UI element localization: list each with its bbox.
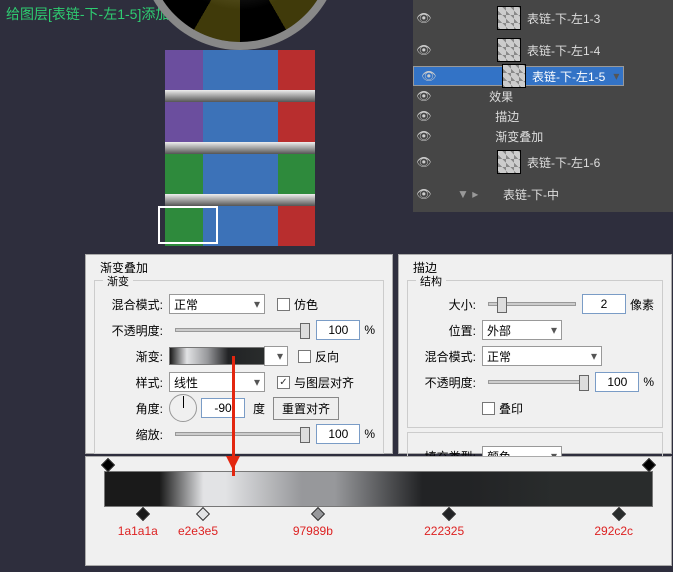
stop-hex: 97989b: [293, 524, 333, 538]
eye-icon[interactable]: 👁: [413, 109, 435, 123]
eye-icon[interactable]: 👁: [413, 89, 435, 103]
position-label: 位置:: [416, 322, 476, 339]
stop-hex: e2e3e5: [178, 524, 218, 538]
overprint-checkbox[interactable]: [482, 402, 495, 415]
layer-thumb: [497, 38, 521, 62]
watch-preview: [120, 0, 390, 250]
gradient-editor: 1a1a1a e2e3e5 97989b 222325 292c2c: [85, 456, 672, 566]
layer-row[interactable]: 👁 表链-下-左1-6: [413, 146, 673, 178]
angle-label: 角度:: [103, 400, 163, 417]
color-stop[interactable]: [442, 507, 456, 521]
reverse-checkbox[interactable]: [298, 350, 311, 363]
fx-name: 描边: [495, 108, 519, 125]
overprint-label: 叠印: [499, 400, 523, 417]
scale-label: 缩放:: [103, 426, 163, 443]
opacity-slider[interactable]: [488, 380, 589, 384]
bracelet: [165, 50, 315, 250]
eye-icon[interactable]: 👁: [413, 43, 435, 57]
eye-icon[interactable]: 👁: [413, 129, 435, 143]
size-slider[interactable]: [488, 302, 576, 306]
fx-name: 渐变叠加: [495, 128, 543, 145]
group-label: 渐变: [103, 273, 133, 289]
layer-row-selected[interactable]: 👁 表链-下-左1-5: [413, 66, 624, 86]
group-label: 结构: [416, 273, 446, 289]
color-stop[interactable]: [136, 507, 150, 521]
fx-label: 效果: [489, 88, 513, 105]
color-stop[interactable]: [311, 507, 325, 521]
stop-hex: 1a1a1a: [118, 524, 158, 538]
gradient-overlay-dialog: 渐变叠加 渐变 混合模式:正常仿色 不透明度:100% 渐变:反向 样式:线性✓…: [85, 254, 393, 454]
stop-hex: 222325: [424, 524, 464, 538]
layer-thumb: [502, 64, 526, 88]
layer-thumb: [497, 6, 521, 30]
layer-thumb: [497, 150, 521, 174]
color-stop[interactable]: [196, 507, 210, 521]
scale-input[interactable]: 100: [316, 424, 360, 444]
gradient-picker[interactable]: [264, 346, 288, 366]
size-label: 大小:: [416, 296, 476, 313]
grad-label: 渐变:: [103, 348, 163, 365]
style-label: 样式:: [103, 374, 163, 391]
style-select[interactable]: 线性: [169, 372, 265, 392]
layer-row[interactable]: 👁 表链-下-左1-4: [413, 34, 673, 66]
dither-label: 仿色: [294, 296, 318, 313]
eye-icon[interactable]: 👁: [418, 69, 440, 83]
gradient-bar[interactable]: 1a1a1a e2e3e5 97989b 222325 292c2c: [104, 471, 653, 507]
opacity-label: 不透明度:: [416, 374, 476, 391]
blend-mode-select[interactable]: 正常: [482, 346, 602, 366]
eye-icon[interactable]: 👁: [413, 187, 435, 201]
dither-checkbox[interactable]: [277, 298, 290, 311]
reset-align-button[interactable]: 重置对齐: [273, 397, 339, 420]
gradient-swatch[interactable]: [169, 347, 265, 365]
layer-fx-item[interactable]: 👁 渐变叠加: [413, 126, 673, 146]
opacity-input[interactable]: 100: [316, 320, 360, 340]
position-select[interactable]: 外部: [482, 320, 562, 340]
opacity-stop[interactable]: [101, 458, 115, 472]
blend-label: 混合模式:: [416, 348, 476, 365]
align-checkbox[interactable]: ✓: [277, 376, 290, 389]
eye-icon[interactable]: 👁: [413, 11, 435, 25]
layer-row[interactable]: 👁▼ ▸表链-下-中: [413, 178, 673, 210]
layer-name: 表链-下-中: [503, 186, 559, 203]
layer-fx[interactable]: 👁 效果: [413, 86, 673, 106]
layer-fx-item[interactable]: 👁 描边: [413, 106, 673, 126]
blend-label: 混合模式:: [103, 296, 163, 313]
blend-mode-select[interactable]: 正常: [169, 294, 265, 314]
stroke-dialog: 描边 结构 大小:2像素 位置:外部 混合模式:正常 不透明度:100% 叠印 …: [398, 254, 672, 454]
angle-input[interactable]: -90: [201, 398, 245, 418]
layer-name: 表链-下-左1-3: [527, 10, 600, 27]
layers-panel: 👁 表链-下-左1-3 👁 表链-下-左1-4 👁 表链-下-左1-5 👁 效果 👁 …: [413, 0, 673, 212]
layer-name: 表链-下-左1-4: [527, 42, 600, 59]
annotation-arrow: [232, 356, 235, 476]
opacity-stop[interactable]: [642, 458, 656, 472]
eye-icon[interactable]: 👁: [413, 155, 435, 169]
stop-hex: 292c2c: [594, 524, 633, 538]
opacity-input[interactable]: 100: [595, 372, 639, 392]
layer-name: 表链-下-左1-5: [532, 68, 605, 85]
align-label: 与图层对齐: [294, 374, 354, 391]
opacity-label: 不透明度:: [103, 322, 163, 339]
opacity-slider[interactable]: [175, 328, 310, 332]
layer-name: 表链-下-左1-6: [527, 154, 600, 171]
scale-slider[interactable]: [175, 432, 310, 436]
watch-face: [140, 0, 340, 50]
size-input[interactable]: 2: [582, 294, 626, 314]
color-stop[interactable]: [612, 507, 626, 521]
layer-row[interactable]: 👁 表链-下-左1-3: [413, 2, 673, 34]
reverse-label: 反向: [315, 348, 339, 365]
angle-dial[interactable]: [169, 394, 197, 422]
